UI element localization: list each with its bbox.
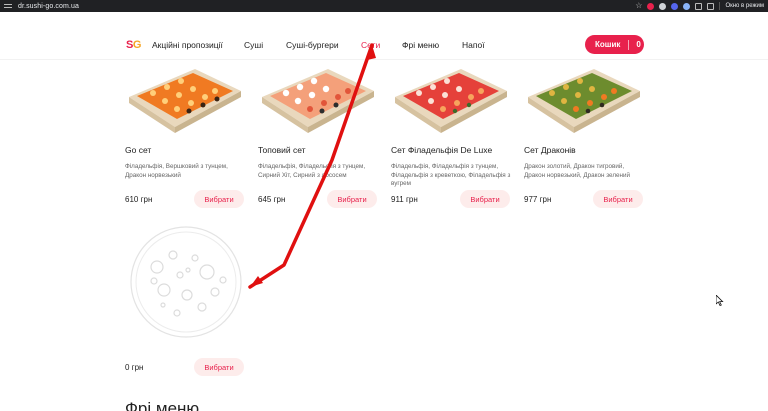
section-title: Фрі меню — [125, 399, 200, 411]
cart-button[interactable]: Кошик 0 — [585, 35, 644, 54]
toolbar-divider — [719, 2, 721, 10]
cart-count: 0 — [636, 40, 641, 49]
choose-button[interactable]: Вибрати — [593, 190, 643, 208]
choose-button[interactable]: Вибрати — [194, 190, 244, 208]
profile-icon[interactable] — [683, 2, 691, 10]
nav-item-drinks[interactable]: Напої — [462, 40, 485, 50]
extension-icon[interactable] — [647, 2, 655, 10]
product-price: 911 грн — [391, 195, 418, 204]
sushi-set-image[interactable] — [125, 55, 245, 135]
nav-item-sets[interactable]: Сети — [361, 40, 380, 50]
extension-icon[interactable] — [671, 2, 679, 10]
logo[interactable]: SG — [126, 39, 141, 51]
sushi-set-image[interactable] — [258, 55, 378, 135]
nav-item-sushi[interactable]: Суші — [244, 40, 263, 50]
product-title[interactable]: Топовий сет — [258, 145, 306, 155]
browser-toolbar-right: ☆ Окно в режим — [635, 0, 764, 12]
product-description: Філадельфія, Філадельфія з тунцем, Сирни… — [258, 163, 366, 179]
site-header: SG Акційні пропозиції Суші Суші-бургери … — [0, 30, 768, 60]
product-title[interactable]: Go сет — [125, 145, 151, 155]
choose-button[interactable]: Вибрати — [194, 358, 244, 376]
sidebar-icon[interactable] — [707, 2, 715, 10]
pizza-placeholder-icon[interactable] — [127, 225, 245, 340]
browser-address-bar: dr.sushi-go.com.ua ☆ Окно в режим — [0, 0, 768, 12]
mouse-cursor-icon — [716, 295, 724, 306]
nav-item-sushi-burgers[interactable]: Суші-бургери — [286, 40, 339, 50]
cart-divider — [628, 39, 630, 50]
window-mode-label[interactable]: Окно в режим — [725, 3, 764, 9]
sushi-set-image[interactable] — [391, 55, 511, 135]
site-settings-icon[interactable] — [4, 2, 14, 10]
product-title[interactable]: Сет Драконів — [524, 145, 576, 155]
annotation-arrow — [248, 43, 376, 289]
sushi-set-image[interactable] — [524, 55, 644, 135]
bookmark-star-icon[interactable]: ☆ — [635, 0, 642, 12]
product-price: 645 грн — [258, 195, 286, 204]
url-text[interactable]: dr.sushi-go.com.ua — [18, 3, 79, 10]
extension-icon[interactable] — [659, 2, 667, 10]
nav-item-promos[interactable]: Акційні пропозиції — [152, 40, 223, 50]
product-description: Дракон золотий, Дракон тигровий, Дракон … — [524, 163, 631, 179]
nav-item-free-menu[interactable]: Фрі меню — [402, 40, 439, 50]
product-price: 610 грн — [125, 195, 153, 204]
product-price: 977 грн — [524, 195, 552, 204]
puzzle-icon[interactable] — [695, 2, 703, 10]
product-title[interactable]: Сет Філадельфія De Luxe — [391, 145, 492, 155]
product-description: Філадельфія, Філадельфія з тунцем, Філад… — [391, 163, 511, 187]
choose-button[interactable]: Вибрати — [460, 190, 510, 208]
product-description: Філадельфія, Вершковий з тунцем, Дракон … — [125, 163, 228, 179]
cart-label: Кошик — [595, 40, 621, 49]
product-price: 0 грн — [125, 363, 144, 372]
choose-button[interactable]: Вибрати — [327, 190, 377, 208]
